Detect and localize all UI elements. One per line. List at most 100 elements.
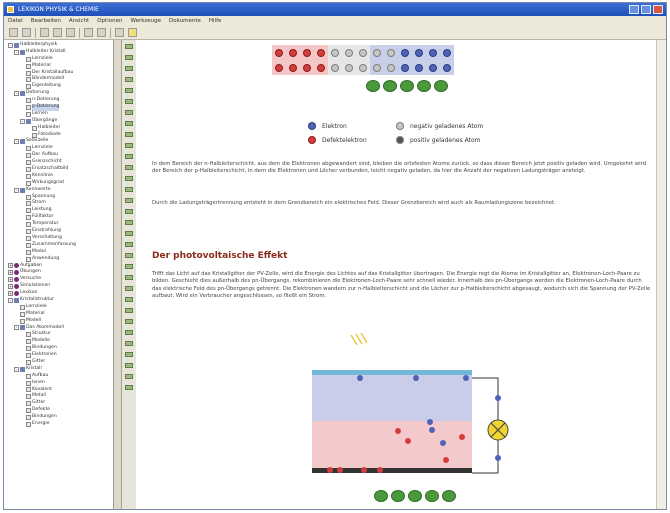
thumbnail-marker[interactable] xyxy=(125,363,133,368)
tree-item[interactable]: n-Dotierung xyxy=(8,97,113,104)
thumbnail-marker[interactable] xyxy=(125,66,133,71)
expander-icon[interactable]: - xyxy=(14,49,19,55)
minimize-button[interactable] xyxy=(629,5,639,14)
tree-item[interactable]: Strom xyxy=(8,200,113,207)
expander-icon[interactable]: - xyxy=(14,325,19,331)
tree-item[interactable]: Lernziele xyxy=(8,56,113,63)
thumbnail-marker[interactable] xyxy=(125,165,133,170)
bookmark-icon[interactable] xyxy=(53,28,62,37)
thumbnail-marker[interactable] xyxy=(125,308,133,313)
tree-item[interactable]: Kennlinie xyxy=(8,173,113,180)
tree-scrollbar[interactable] xyxy=(114,40,122,509)
tree-item[interactable]: Defekte xyxy=(8,407,113,414)
thumbnail-marker[interactable] xyxy=(125,44,133,49)
tree-item[interactable]: - Kennwerte xyxy=(8,187,113,194)
thumbnail-marker[interactable] xyxy=(125,330,133,335)
tree-item[interactable]: p-Dotierung xyxy=(8,104,113,111)
thumbnail-marker[interactable] xyxy=(125,341,133,346)
tree-item[interactable]: Lernziele xyxy=(8,145,113,152)
menu-item-dokumente[interactable]: Dokumente xyxy=(169,16,201,26)
thumbnail-marker[interactable] xyxy=(125,209,133,214)
tree-item[interactable]: - Solarzelle xyxy=(8,138,113,145)
expander-icon[interactable]: + xyxy=(8,277,13,283)
tree-item[interactable]: Zusammenfassung xyxy=(8,242,113,249)
tree-item[interactable]: Verschaltung xyxy=(8,235,113,242)
tree-item[interactable]: Metall xyxy=(8,393,113,400)
content-scrollbar[interactable] xyxy=(656,40,666,509)
tree-item[interactable]: Struktur xyxy=(8,331,113,338)
tree-item[interactable]: - Kristallstruktur xyxy=(8,297,113,304)
tree-item[interactable]: Eigenleitung xyxy=(8,83,113,90)
tree-item[interactable]: Lernziele xyxy=(8,304,113,311)
tree-item[interactable]: + Lexikon xyxy=(8,290,113,297)
thumbnail-marker[interactable] xyxy=(125,385,133,390)
thumbnail-marker[interactable] xyxy=(125,176,133,181)
tree-item[interactable]: Energie xyxy=(8,421,113,428)
thumbnail-marker[interactable] xyxy=(125,143,133,148)
expander-icon[interactable]: - xyxy=(14,187,19,193)
tree-item[interactable]: Grenzschicht xyxy=(8,159,113,166)
forward-button[interactable] xyxy=(417,80,431,92)
expander-icon[interactable]: - xyxy=(20,118,25,124)
maximize-button[interactable] xyxy=(641,5,651,14)
tree-item[interactable]: Anwendung xyxy=(8,256,113,263)
tree-item[interactable]: Füllfaktor xyxy=(8,214,113,221)
expander-icon[interactable]: + xyxy=(8,284,13,290)
tree-item[interactable]: - Das Atommodell xyxy=(8,325,113,332)
thumbnail-marker[interactable] xyxy=(125,220,133,225)
tree-item[interactable]: Modell xyxy=(8,318,113,325)
tree-item[interactable]: Ionen xyxy=(8,380,113,387)
expander-icon[interactable]: + xyxy=(8,270,13,276)
tree-item[interactable]: Modul xyxy=(8,249,113,256)
tree-item[interactable]: Aufbau xyxy=(8,373,113,380)
tree-item[interactable]: Kovalent xyxy=(8,387,113,394)
play-button[interactable] xyxy=(400,80,414,92)
new-icon[interactable] xyxy=(9,28,18,37)
tree-item[interactable]: Fotodiode xyxy=(8,132,113,139)
back-button[interactable] xyxy=(383,80,397,92)
tree-item[interactable]: Spannung xyxy=(8,194,113,201)
highlight-icon[interactable] xyxy=(128,28,137,37)
end-button[interactable] xyxy=(434,80,448,92)
thumbnail-marker[interactable] xyxy=(125,132,133,137)
thumbnail-marker[interactable] xyxy=(125,286,133,291)
tree-item[interactable]: Gitter xyxy=(8,400,113,407)
thumbnail-marker[interactable] xyxy=(125,55,133,60)
tree-item[interactable]: - Halbleiterphysik xyxy=(8,42,113,49)
back-icon[interactable] xyxy=(84,28,93,37)
thumbnail-marker[interactable] xyxy=(125,187,133,192)
menu-item-hilfe[interactable]: Hilfe xyxy=(209,16,222,26)
tree-item[interactable]: Wirkungsgrad xyxy=(8,180,113,187)
tree-item[interactable]: Material xyxy=(8,311,113,318)
print-icon[interactable] xyxy=(40,28,49,37)
thumbnail-marker[interactable] xyxy=(125,352,133,357)
tree-item[interactable]: Ersatzschaltbild xyxy=(8,166,113,173)
menu-item-optionen[interactable]: Optionen xyxy=(97,16,122,26)
tree-item[interactable]: - Dotierung xyxy=(8,90,113,97)
tree-item[interactable]: Elektronen xyxy=(8,352,113,359)
thumbnail-marker[interactable] xyxy=(125,319,133,324)
thumbnail-marker[interactable] xyxy=(125,99,133,104)
menu-item-werkzeuge[interactable]: Werkzeuge xyxy=(130,16,161,26)
tree-item[interactable]: Bindungen xyxy=(8,414,113,421)
tree-item[interactable]: Modelle xyxy=(8,338,113,345)
tree-item[interactable]: - Übergänge xyxy=(8,118,113,125)
thumbnail-marker[interactable] xyxy=(125,264,133,269)
thumbnail-marker[interactable] xyxy=(125,275,133,280)
thumbnail-marker[interactable] xyxy=(125,253,133,258)
expander-icon[interactable]: + xyxy=(8,291,13,296)
thumbnail-marker[interactable] xyxy=(125,88,133,93)
menu-item-ansicht[interactable]: Ansicht xyxy=(69,16,89,26)
tree-item[interactable]: Material xyxy=(8,63,113,70)
play-button[interactable] xyxy=(408,490,422,502)
home-icon[interactable] xyxy=(115,28,124,37)
menu-item-datei[interactable]: Datei xyxy=(8,16,23,26)
rewind-button[interactable] xyxy=(366,80,380,92)
thumbnail-marker[interactable] xyxy=(125,121,133,126)
tree-item[interactable]: Halbleiter xyxy=(8,125,113,132)
thumbnail-marker[interactable] xyxy=(125,242,133,247)
search-icon[interactable] xyxy=(66,28,75,37)
save-icon[interactable] xyxy=(22,28,31,37)
thumbnail-marker[interactable] xyxy=(125,154,133,159)
tree-item[interactable]: - Halbleiter Kristall xyxy=(8,49,113,56)
